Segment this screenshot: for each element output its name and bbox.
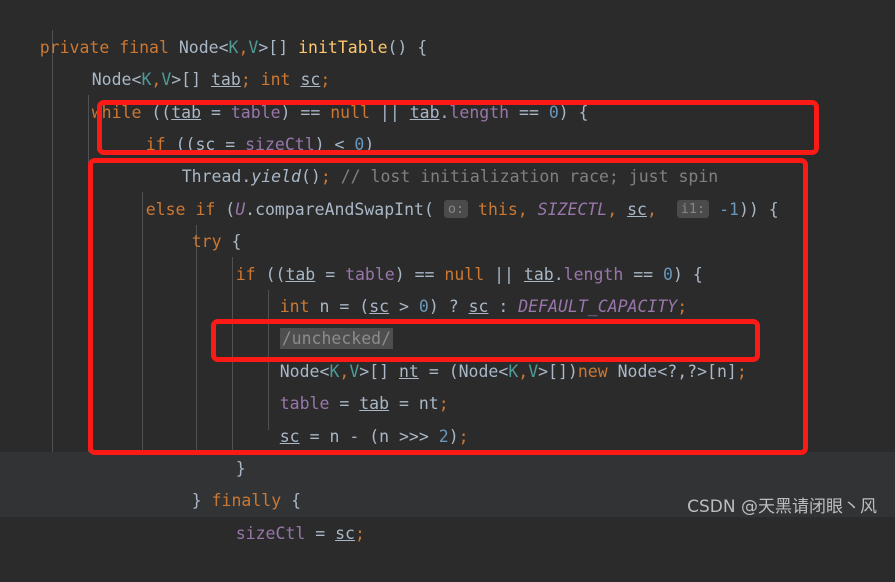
code-line-8[interactable]: if ((tab = table) == null || tab.length … bbox=[0, 227, 895, 284]
code-line-2[interactable]: Node<K,V>[] tab; int sc; bbox=[0, 32, 895, 89]
code-line-11[interactable]: Node<K,V>[] nt = (Node<K,V>[])new Node<?… bbox=[0, 324, 895, 381]
code-line-15[interactable]: } finally { bbox=[0, 453, 895, 510]
code-line-14[interactable]: } bbox=[0, 421, 895, 478]
code-line-13[interactable]: sc = n - (n >>> 2); bbox=[0, 389, 895, 446]
editor-footer-band bbox=[0, 517, 895, 525]
code-editor[interactable]: private final Node<K,V>[] initTable() { … bbox=[0, 0, 895, 543]
code-line-3[interactable]: while ((tab = table) == null || tab.leng… bbox=[0, 65, 895, 122]
code-line-9[interactable]: int n = (sc > 0) ? sc : DEFAULT_CAPACITY… bbox=[0, 259, 895, 316]
code-line-10[interactable]: /unchecked/ bbox=[0, 291, 895, 349]
code-line-6[interactable]: else if (U.compareAndSwapInt( o: this, S… bbox=[0, 162, 895, 219]
code-line-4[interactable]: if ((sc = sizeCtl) < 0) bbox=[0, 97, 895, 154]
code-line-12[interactable]: table = tab = nt; bbox=[0, 356, 895, 413]
code-line-5[interactable]: Thread.yield(); // lost initialization r… bbox=[0, 129, 895, 186]
code-line-7[interactable]: try { bbox=[0, 194, 895, 251]
csdn-watermark: CSDN @天黑请闭眼丶风 bbox=[687, 497, 877, 517]
code-line-1[interactable]: private final Node<K,V>[] initTable() { bbox=[0, 0, 895, 57]
